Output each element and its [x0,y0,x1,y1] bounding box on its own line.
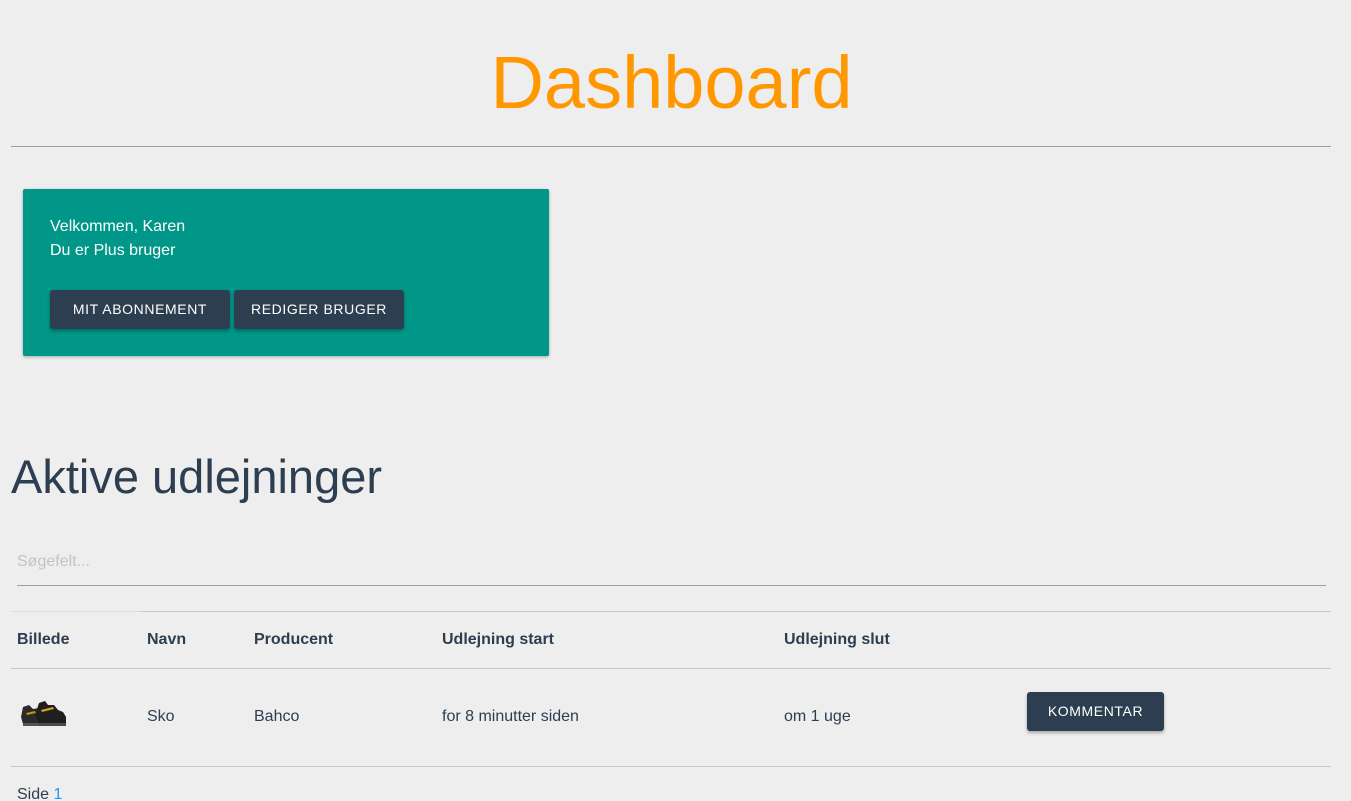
column-header-producer: Producent [254,631,334,648]
page-link-1[interactable]: 1 [53,786,62,801]
column-header-rental-end: Udlejning slut [784,631,890,648]
rental-end: om 1 uge [784,708,851,725]
dashboard-page: Dashboard Velkommen, Karen Du er Plus br… [0,0,1351,801]
table-header-divider [11,668,1331,669]
comment-button[interactable]: KOMMENTAR [1027,692,1164,731]
table-top-divider-left [11,611,141,612]
pagination: Side 1 [17,785,62,801]
table-top-divider [141,611,1331,612]
page-title: Dashboard [490,41,853,124]
welcome-greeting: Velkommen, Karen [50,218,186,235]
my-subscription-button[interactable]: MIT ABONNEMENT [50,290,230,329]
title-divider [11,146,1331,147]
table-bottom-divider [11,766,1331,767]
search-input[interactable] [17,540,1326,584]
pagination-label: Side [17,786,50,801]
rental-name: Sko [147,708,175,725]
column-header-name: Navn [147,631,187,648]
column-header-rental-start: Udlejning start [442,631,555,648]
column-header-image: Billede [17,631,70,648]
boot-image-icon [21,701,66,726]
active-rentals-title: Aktive udlejninger [11,450,382,503]
edit-user-button[interactable]: REDIGER BRUGER [234,290,404,329]
rental-start: for 8 minutter siden [442,708,579,725]
membership-tier-text: Du er Plus bruger [50,242,176,259]
welcome-card: Velkommen, Karen Du er Plus bruger MIT A… [23,189,549,356]
rental-producer: Bahco [254,708,300,725]
search-field [17,540,1326,586]
